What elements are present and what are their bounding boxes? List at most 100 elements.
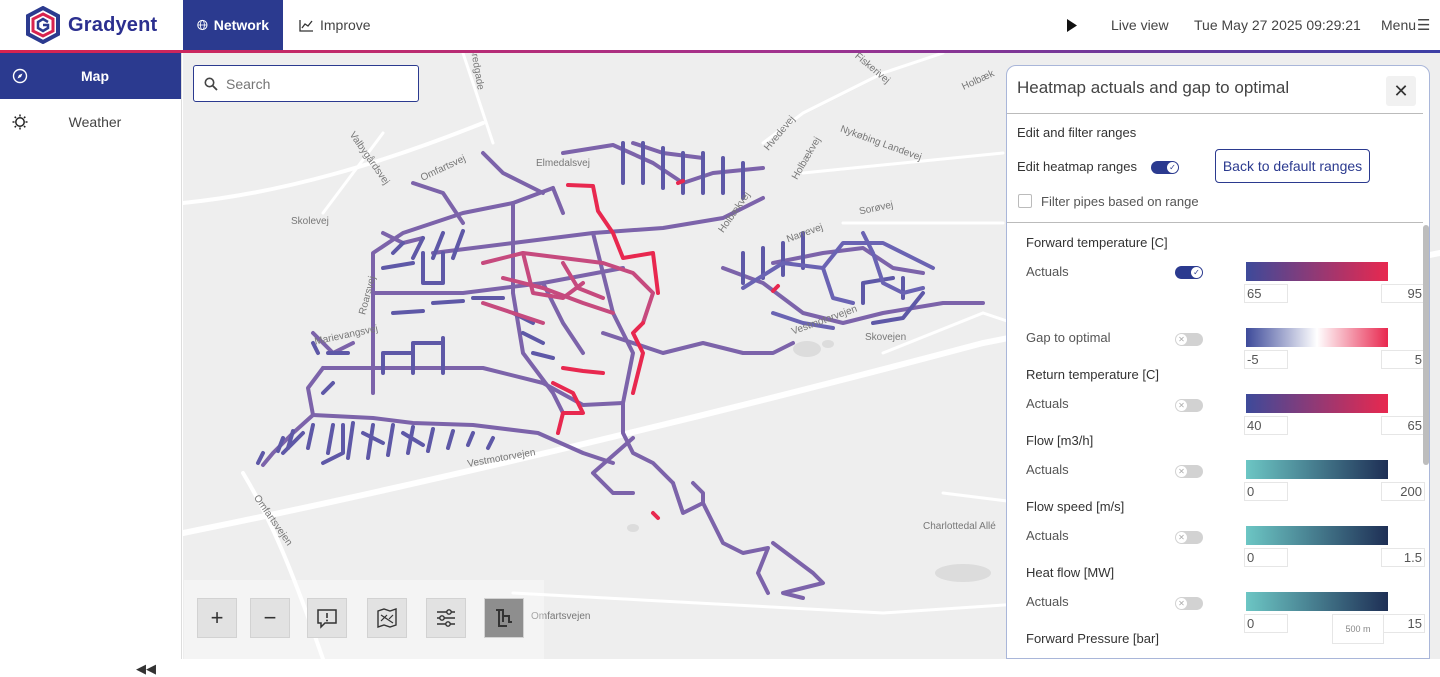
back-to-default-ranges-button[interactable]: Back to default ranges — [1215, 149, 1370, 183]
flow-actuals-gradient — [1246, 460, 1388, 479]
range-max[interactable]: 65 — [1381, 416, 1425, 435]
section-title: Heat flow [MW] — [1026, 565, 1115, 580]
globe-icon — [197, 19, 208, 31]
section-title: Forward temperature [C] — [1026, 235, 1168, 250]
current-datetime: Tue May 27 2025 09:29:21 — [1194, 17, 1361, 33]
return-temp-actuals-toggle[interactable]: ✕ — [1175, 399, 1203, 412]
flow-actuals-toggle[interactable]: ✕ — [1175, 465, 1203, 478]
tab-network[interactable]: Network — [183, 0, 283, 50]
road-label: Charlottedal Allé — [923, 521, 996, 532]
check-icon: ✓ — [1191, 267, 1202, 278]
panel-title: Heatmap actuals and gap to optimal — [1017, 78, 1290, 97]
gradyent-logo-icon — [26, 6, 60, 44]
road-label: Skolevej — [291, 216, 329, 227]
filter-pipes-checkbox[interactable] — [1018, 194, 1032, 208]
heat-flow-actuals-gradient — [1246, 592, 1388, 611]
zoom-in-button[interactable]: + — [197, 598, 237, 638]
hamburger-icon: ☰ — [1417, 17, 1431, 34]
edit-ranges-label: Edit heatmap ranges — [1017, 159, 1137, 174]
close-panel-button[interactable]: ✕ — [1386, 76, 1416, 106]
road-label: Elmedalsvej — [536, 158, 590, 169]
row-label: Actuals — [1026, 594, 1069, 609]
section-title: Forward Pressure [bar] — [1026, 631, 1159, 646]
edit-ranges-toggle[interactable]: ✓ — [1151, 161, 1179, 174]
edit-section-title: Edit and filter ranges — [1017, 125, 1137, 140]
range-min[interactable]: 0 — [1244, 614, 1288, 633]
sidebar-item-weather[interactable]: Weather — [0, 99, 181, 145]
brand-name: Gradyent — [68, 13, 158, 36]
play-icon — [1067, 18, 1077, 32]
range-max[interactable]: 5 — [1381, 350, 1425, 369]
alert-message-icon — [317, 609, 337, 629]
return-temp-actuals-gradient — [1246, 394, 1388, 413]
search-input[interactable] — [226, 75, 406, 92]
range-max[interactable]: 1.5 — [1381, 548, 1425, 567]
range-min[interactable]: 0 — [1244, 482, 1288, 501]
row-label: Gap to optimal — [1026, 330, 1111, 345]
line-chart-icon — [299, 19, 313, 32]
map-icon — [377, 608, 397, 628]
x-icon: ✕ — [1176, 334, 1187, 345]
double-chevron-left-icon: ◀◀ — [136, 661, 156, 676]
x-icon: ✕ — [1176, 532, 1187, 543]
minus-icon: − — [263, 605, 277, 630]
forward-temp-actuals-gradient — [1246, 262, 1388, 281]
x-icon: ✕ — [1176, 400, 1187, 411]
map-search[interactable] — [193, 65, 419, 102]
range-min[interactable]: 65 — [1244, 284, 1288, 303]
flow-speed-actuals-toggle[interactable]: ✕ — [1175, 531, 1203, 544]
section-title: Flow [m3/h] — [1026, 433, 1094, 448]
range-max[interactable]: 15 — [1381, 614, 1425, 633]
row-label: Actuals — [1026, 462, 1069, 477]
search-icon — [204, 77, 218, 91]
row-label: Actuals — [1026, 264, 1069, 279]
menu-button[interactable]: Menu ☰ — [1381, 0, 1430, 50]
tab-improve-label: Improve — [320, 17, 371, 33]
range-min[interactable]: 0 — [1244, 548, 1288, 567]
check-icon: ✓ — [1167, 162, 1178, 173]
heatmap-panel: Heatmap actuals and gap to optimal ✕ Edi… — [1006, 65, 1430, 659]
sidebar-item-label: Weather — [68, 114, 122, 130]
tab-network-label: Network — [213, 17, 269, 33]
sidebar-item-map[interactable]: Map — [0, 53, 181, 99]
tab-improve[interactable]: Improve — [285, 0, 385, 50]
close-icon: ✕ — [1393, 80, 1409, 101]
map-layers-button[interactable] — [367, 598, 407, 638]
range-max[interactable]: 200 — [1381, 482, 1425, 501]
sidebar: Map Weather ◀◀ — [0, 53, 182, 676]
section-title: Flow speed [m/s] — [1026, 499, 1125, 514]
section-title: Return temperature [C] — [1026, 367, 1159, 382]
divider — [1007, 113, 1423, 114]
divider — [1007, 222, 1423, 223]
sidebar-item-label: Map — [81, 68, 109, 84]
heatmap-button[interactable] — [484, 598, 524, 638]
collapse-sidebar-button[interactable]: ◀◀ — [136, 661, 156, 677]
plus-icon: + — [210, 605, 224, 630]
play-button[interactable] — [1066, 0, 1078, 50]
menu-label: Menu — [1381, 17, 1417, 33]
top-bar: Gradyent Network Improve Live view Tue M… — [0, 0, 1440, 50]
network-pipes-icon — [496, 609, 512, 627]
sliders-icon — [437, 609, 455, 627]
live-view-label[interactable]: Live view — [1111, 0, 1169, 50]
forward-temp-actuals-toggle[interactable]: ✓ — [1175, 266, 1203, 279]
filter-pipes-label: Filter pipes based on range — [1041, 194, 1199, 209]
x-icon: ✕ — [1176, 466, 1187, 477]
filters-button[interactable] — [426, 598, 466, 638]
map-scale: 500 m — [1332, 614, 1384, 644]
x-icon: ✕ — [1176, 598, 1187, 609]
panel-scrollbar[interactable] — [1423, 225, 1429, 465]
flow-speed-actuals-gradient — [1246, 526, 1388, 545]
brand-logo[interactable]: Gradyent — [24, 6, 157, 44]
forward-temp-gap-gradient — [1246, 328, 1388, 347]
row-label: Actuals — [1026, 528, 1069, 543]
range-min[interactable]: -5 — [1244, 350, 1288, 369]
range-max[interactable]: 95 — [1381, 284, 1425, 303]
row-label: Actuals — [1026, 396, 1069, 411]
range-min[interactable]: 40 — [1244, 416, 1288, 435]
road-label: Skovejen — [865, 332, 907, 343]
zoom-out-button[interactable]: − — [250, 598, 290, 638]
alerts-button[interactable] — [307, 598, 347, 638]
heat-flow-actuals-toggle[interactable]: ✕ — [1175, 597, 1203, 610]
forward-temp-gap-toggle[interactable]: ✕ — [1175, 333, 1203, 346]
